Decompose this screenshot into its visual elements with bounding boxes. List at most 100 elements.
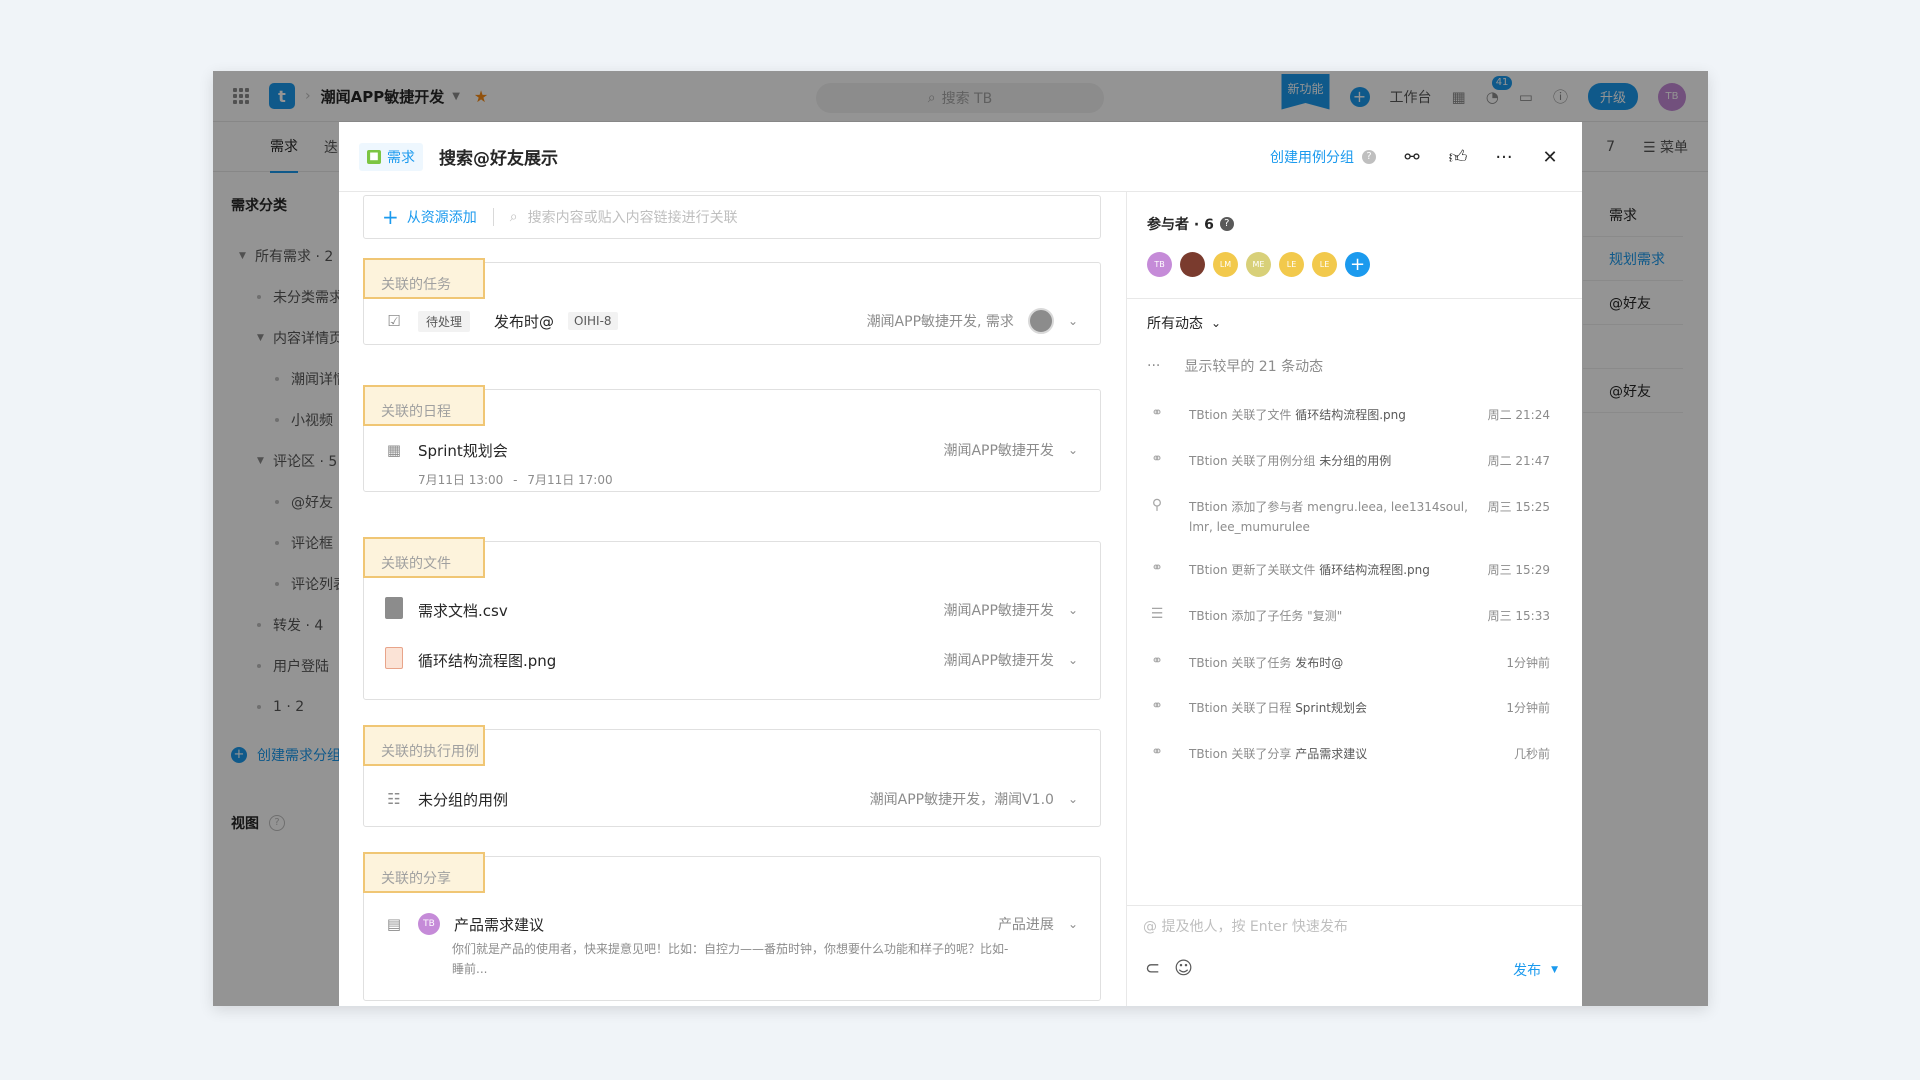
file-row[interactable]: 需求文档.csv 潮闻APP敏捷开发 ⌄ xyxy=(364,590,1100,630)
activity-time: 周三 15:25 xyxy=(1487,500,1550,514)
assignee-avatar[interactable] xyxy=(1027,308,1054,334)
share-title[interactable]: 产品需求建议 xyxy=(454,914,544,935)
add-from-resource-button[interactable]: + 从资源添加 xyxy=(382,207,477,227)
schedule-end: 7月11日 17:00 xyxy=(527,473,613,487)
attachment-icon[interactable]: ⊂ xyxy=(1145,958,1160,979)
activity-item: ⚭ TBtion 关联了分享 产品需求建议 几秒前 xyxy=(1147,744,1550,764)
file-project: 潮闻APP敏捷开发 xyxy=(943,653,1054,669)
activity-text: TBtion 关联了分享 产品需求建议 xyxy=(1189,744,1502,764)
case-row[interactable]: ☷ 未分组的用例 潮闻APP敏捷开发，潮闻V1.0 ⌄ xyxy=(364,779,1100,819)
chevron-down-icon: ⌄ xyxy=(1211,316,1222,330)
activity-item: ⚭ TBtion 关联了文件 循环结构流程图.png 周二 21:24 xyxy=(1147,405,1550,425)
activity-description: TBtion 关联了分享 xyxy=(1189,747,1296,761)
create-case-group-button[interactable]: 创建用例分组? xyxy=(1270,147,1376,167)
thumbs-up-icon[interactable]: 👍︎ xyxy=(1448,146,1468,168)
participant-avatar[interactable]: LE xyxy=(1312,252,1337,277)
chevron-down-icon[interactable]: ⌄ xyxy=(1068,653,1078,667)
csv-file-icon xyxy=(384,597,404,623)
participant-avatar[interactable]: LE xyxy=(1279,252,1304,277)
activity-text: TBtion 关联了日程 Sprint规划会 xyxy=(1189,698,1494,718)
activity-time: 周三 15:29 xyxy=(1487,563,1550,577)
link-search-placeholder: 搜索内容或贴入内容链接进行关联 xyxy=(527,210,738,226)
participant-avatars: TB LM ME LE LE + xyxy=(1147,252,1370,277)
type-tag[interactable]: ■ 需求 xyxy=(359,142,423,171)
link-resource-bar: + 从资源添加 ⌕ 搜索内容或贴入内容链接进行关联 xyxy=(363,195,1101,239)
help-icon[interactable]: ? xyxy=(1362,150,1376,164)
activity-text: TBtion 添加了参与者 mengru.leea, lee1314soul, … xyxy=(1189,497,1476,537)
related-shares-section: 关联的分享 ▤ TB 产品需求建议 产品进展 ⌄ 你们就是产品的使用者，快来提意… xyxy=(363,852,1101,1001)
status-badge[interactable]: 待处理 xyxy=(418,310,471,332)
image-file-icon xyxy=(384,647,404,673)
participant-avatar[interactable]: LM xyxy=(1213,252,1238,277)
activity-description: TBtion 关联了用例分组 xyxy=(1189,454,1320,468)
emoji-icon[interactable]: ☺ xyxy=(1174,958,1193,979)
document-icon: ▤ xyxy=(386,915,402,933)
relations-panel: + 从资源添加 ⌕ 搜索内容或贴入内容链接进行关联 关联的任务 ☑ 待处理 发布时@… xyxy=(363,192,1101,1006)
caret-down-icon[interactable]: ▼ xyxy=(1551,965,1558,975)
link-icon: ⚭ xyxy=(1151,653,1163,669)
activity-target[interactable]: 循环结构流程图.png xyxy=(1295,408,1406,422)
case-title[interactable]: 未分组的用例 xyxy=(418,789,508,810)
file-name[interactable]: 循环结构流程图.png xyxy=(418,650,556,671)
participant-avatar[interactable]: ME xyxy=(1246,252,1271,277)
time-separator: - xyxy=(513,473,518,487)
activity-filter[interactable]: 所有动态 ⌄ xyxy=(1147,313,1221,333)
related-files-section: 关联的文件 需求文档.csv 潮闻APP敏捷开发 ⌄ 循环结构流程图.png 潮… xyxy=(363,537,1101,700)
activity-target[interactable]: 发布时@ xyxy=(1295,656,1343,670)
file-row[interactable]: 循环结构流程图.png 潮闻APP敏捷开发 ⌄ xyxy=(364,640,1100,680)
show-earlier-activities[interactable]: ··· 显示较早的 21 条动态 xyxy=(1147,356,1323,376)
section-label: 关联的任务 xyxy=(363,258,485,299)
list-icon: ☰ xyxy=(1150,606,1164,622)
person-icon: ⚲ xyxy=(1151,497,1163,513)
activity-time: 周二 21:47 xyxy=(1487,454,1550,468)
activity-target[interactable]: 未分组的用例 xyxy=(1319,454,1391,468)
chevron-down-icon[interactable]: ⌄ xyxy=(1068,792,1078,806)
help-icon[interactable]: ? xyxy=(1219,217,1234,231)
more-icon[interactable]: ··· xyxy=(1494,147,1514,168)
chevron-down-icon[interactable]: ⌄ xyxy=(1068,443,1078,457)
activity-text: TBtion 关联了任务 发布时@ xyxy=(1189,653,1494,673)
activity-description: TBtion 关联了日程 xyxy=(1189,701,1296,715)
more-icon: ··· xyxy=(1147,358,1161,374)
schedule-row[interactable]: ▦ Sprint规划会 潮闻APP敏捷开发 ⌄ xyxy=(364,439,1100,461)
activity-text: TBtion 更新了关联文件 循环结构流程图.png xyxy=(1189,560,1476,580)
participant-avatar[interactable]: TB xyxy=(1147,252,1172,277)
participants-title: 参与者 · 6? xyxy=(1147,214,1234,234)
comment-input[interactable]: @ 提及他人，按 Enter 快速发布 xyxy=(1143,916,1348,936)
chevron-down-icon[interactable]: ⌄ xyxy=(1068,603,1078,617)
activity-time: 1分钟前 xyxy=(1506,701,1550,715)
activity-target[interactable]: Sprint规划会 xyxy=(1295,701,1367,715)
activity-text: TBtion 关联了文件 循环结构流程图.png xyxy=(1189,405,1476,425)
type-label: 需求 xyxy=(387,149,415,166)
section-label: 关联的日程 xyxy=(363,385,485,426)
activity-target[interactable]: 循环结构流程图.png xyxy=(1319,563,1430,577)
add-participant-icon[interactable]: + xyxy=(1345,252,1370,277)
activity-description: TBtion 添加了子任务 "复测" xyxy=(1189,609,1343,623)
share-desc-line: 睡前... xyxy=(452,962,488,976)
author-avatar[interactable]: TB xyxy=(418,913,440,935)
publish-button[interactable]: 发布 ▼ xyxy=(1513,960,1558,980)
link-icon: ⚭ xyxy=(1151,698,1163,714)
share-row[interactable]: ▤ TB 产品需求建议 产品进展 ⌄ xyxy=(364,904,1100,944)
activity-description: TBtion 关联了文件 xyxy=(1189,408,1296,422)
related-cases-section: 关联的执行用例 ☷ 未分组的用例 潮闻APP敏捷开发，潮闻V1.0 ⌄ xyxy=(363,725,1101,827)
close-icon[interactable]: ✕ xyxy=(1540,147,1560,168)
section-label: 关联的分享 xyxy=(363,852,485,893)
modal-title[interactable]: 搜索@好友展示 xyxy=(439,144,558,169)
participant-avatar[interactable] xyxy=(1180,252,1205,277)
link-search-input[interactable]: ⌕ 搜索内容或贴入内容链接进行关联 xyxy=(510,207,738,227)
schedule-title[interactable]: Sprint规划会 xyxy=(418,440,508,461)
file-name[interactable]: 需求文档.csv xyxy=(418,600,508,621)
task-title[interactable]: 发布时@ xyxy=(494,311,554,332)
task-row[interactable]: ☑ 待处理 发布时@ OIHI-8 潮闻APP敏捷开发, 需求 ⌄ xyxy=(364,308,1100,334)
checkbox-icon[interactable]: ☑ xyxy=(384,312,404,330)
activity-target[interactable]: 产品需求建议 xyxy=(1295,747,1367,761)
chevron-down-icon[interactable]: ⌄ xyxy=(1068,917,1078,931)
related-schedule-section: 关联的日程 ▦ Sprint规划会 潮闻APP敏捷开发 ⌄ 7月11日 13:0… xyxy=(363,385,1101,492)
link-icon[interactable]: ⚯ xyxy=(1402,147,1422,168)
requirement-icon: ■ xyxy=(367,149,381,164)
chevron-down-icon[interactable]: ⌄ xyxy=(1068,314,1078,328)
section-label: 关联的文件 xyxy=(363,537,485,578)
activity-time: 周二 21:24 xyxy=(1487,408,1550,422)
activity-text: TBtion 添加了子任务 "复测" xyxy=(1189,606,1476,626)
